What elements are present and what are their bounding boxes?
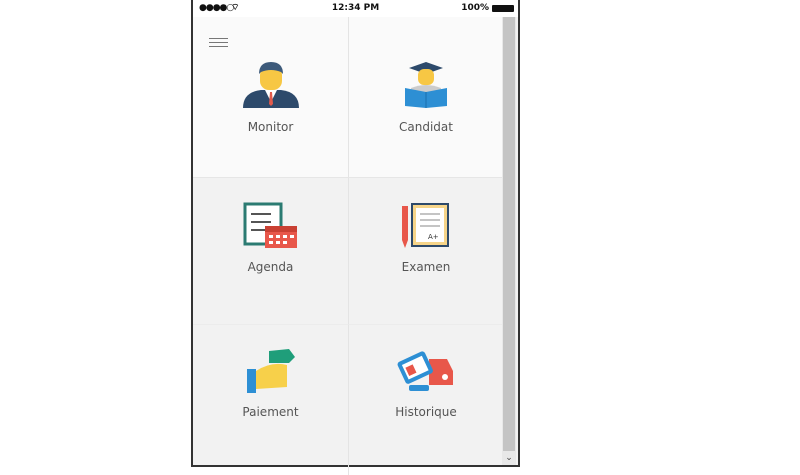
tile-label: Monitor — [247, 120, 294, 134]
license-car-icon — [397, 351, 453, 391]
status-bar: ●●●●○ ⌔ 12:34 PM 100% — [193, 0, 518, 17]
scrollbar[interactable]: ⌄ — [502, 17, 516, 465]
tile-label: Paiement — [242, 405, 299, 419]
checklist-calendar-icon — [243, 202, 297, 248]
tile-candidat[interactable]: Candidat — [348, 17, 503, 178]
tile-historique[interactable]: Historique — [348, 325, 503, 475]
tile-label: Examen — [401, 260, 451, 274]
tile-label: Historique — [395, 405, 457, 419]
tile-label: Agenda — [247, 260, 294, 274]
graduate-reading-icon — [405, 62, 447, 108]
hamburger-menu-icon[interactable] — [209, 38, 228, 50]
exam-paper-pencil-icon: A+ — [402, 203, 449, 248]
battery-icon — [492, 4, 514, 12]
tile-paiement[interactable]: Paiement — [193, 325, 348, 475]
instructor-icon — [242, 62, 299, 108]
tile-examen[interactable]: A+ Examen — [348, 178, 503, 325]
scrollbar-thumb[interactable] — [503, 17, 515, 451]
tile-agenda[interactable]: Agenda — [193, 178, 348, 325]
tile-label: Candidat — [399, 120, 453, 134]
scroll-down-icon[interactable]: ⌄ — [502, 451, 516, 465]
menu-grid: Monitor Candidat Agenda A+ Examen Paieme… — [193, 17, 503, 475]
hand-money-icon — [246, 349, 295, 393]
phone-frame: ●●●●○ ⌔ 12:34 PM 100% Monitor Candidat A… — [191, 0, 520, 475]
battery: 100% — [461, 3, 514, 13]
svg-text:A+: A+ — [428, 233, 439, 241]
battery-percent: 100% — [461, 3, 489, 13]
